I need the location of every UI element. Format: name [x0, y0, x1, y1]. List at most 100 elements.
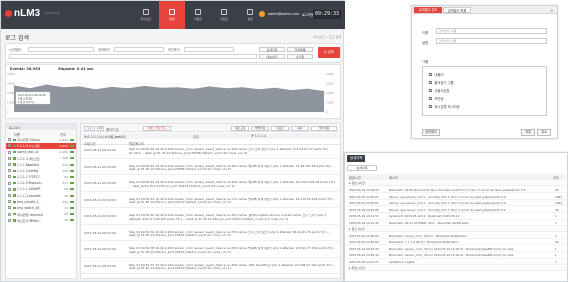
- event-row[interactable]: 2015-05-19 10:11:51 Systemctl: 2015-05-19…: [347, 213, 566, 220]
- excel-save-button[interactable]: 엑셀저장: [251, 125, 269, 131]
- next-page-button[interactable]: ›: [90, 125, 95, 131]
- page-size-select[interactable]: 10: [97, 125, 104, 131]
- copy-button[interactable]: 복사: [291, 125, 309, 131]
- log-row[interactable]: 2015-05-21 09:52:00 May 21 09:52:38 10.40…: [81, 245, 340, 258]
- filter-description-input[interactable]: 검색필터 설명: [436, 38, 547, 44]
- event-row[interactable]: 2015-05-19 09:52:43 Bookmark: sensor_cmd_…: [347, 246, 566, 252]
- histogram-point[interactable]: [193, 88, 194, 90]
- tree-row[interactable]: 테스트 ICMMon.. 16: [6, 218, 76, 224]
- histogram-point[interactable]: [291, 90, 292, 91]
- tree-row[interactable]: 1.1.1.3 (테스트) 568: [6, 156, 76, 162]
- event-row[interactable]: 2015-05-20 14:58:32 Bookmark: sensor_cmd_…: [347, 252, 566, 259]
- expand-icon[interactable]: [8, 200, 11, 204]
- event-row[interactable]: 2015-05-20 14:43:21 AppNotice: Logfile 1: [347, 259, 566, 266]
- filter-name-input[interactable]: 검색필터 이름: [436, 28, 547, 34]
- histogram-point[interactable]: [144, 85, 145, 87]
- condition-select[interactable]: [114, 46, 164, 52]
- reset-button[interactable]: 초기화: [287, 54, 313, 59]
- cancel-button[interactable]: 취소: [537, 129, 551, 136]
- expand-icon[interactable]: [8, 194, 11, 198]
- log-row[interactable]: 2015-05-21 09:52:00 May 21 09:52:48 10.40…: [81, 146, 340, 159]
- event-row[interactable]: 2015-05-20 20:46:07 Sensor: epa sensor_cm…: [347, 194, 566, 200]
- histogram-point[interactable]: [160, 87, 162, 89]
- tree-row[interactable]: 1.1.1.9 Mopcon.. 311: [6, 180, 76, 186]
- tree-row[interactable]: 1.1.1.Mopfeild 324: [6, 162, 76, 168]
- expand-icon[interactable]: [8, 206, 11, 210]
- histogram-point[interactable]: [274, 87, 276, 89]
- event-group-header[interactable]: ▸ 정보 (6건): [347, 181, 566, 186]
- apply-filter-button[interactable]: 필터적용: [311, 125, 337, 131]
- export-button[interactable]: 내보내기: [259, 54, 285, 59]
- tree-row[interactable]: 1.1.1.3 parallel.. 28: [6, 193, 76, 199]
- tab-filter-manage[interactable]: 검색필터 관리: [414, 7, 442, 13]
- histogram-point[interactable]: [323, 91, 325, 92]
- histogram-point[interactable]: [46, 84, 47, 86]
- event-row[interactable]: 2015-05-20 20:44:28 Sensor: epa sensor_cm…: [347, 207, 566, 213]
- saved-list-button[interactable]: 저장목록: [287, 46, 313, 52]
- log-row[interactable]: 2015-05-21 09:52:00 May 21 09:52:45 10.40…: [81, 163, 340, 175]
- histogram-point[interactable]: [13, 85, 15, 86]
- log-row[interactable]: 2015-05-21 09:52:00 May 21 09:52:42 10.40…: [81, 179, 340, 192]
- logout-link[interactable]: 로그아웃: [302, 12, 314, 17]
- event-row[interactable]: 2015-05-20 20:45:52 Sensor: epa sensor_cm…: [347, 200, 566, 207]
- event-group-header[interactable]: ▸ 경고 (6건): [347, 226, 566, 232]
- log-row[interactable]: 2015-05-21 09:52:00 May 21 09:52:39 10.40…: [81, 229, 340, 241]
- close-icon[interactable]: ×: [550, 8, 553, 13]
- tree-row[interactable]: 1.1.1.1 FIT/FLT.. 92: [6, 174, 76, 180]
- event-row[interactable]: 2015-05-20 20:48:29 Bookmark: 04 Bookmark…: [347, 187, 566, 194]
- tab-filter-list[interactable]: 검색필터 목록: [443, 7, 471, 13]
- histogram-point[interactable]: [242, 87, 243, 88]
- tree-row[interactable]: agent_test_xx 2,186: [6, 149, 76, 155]
- expand-icon[interactable]: [8, 150, 11, 154]
- user-area[interactable]: admin@admin.com 로그아웃: [259, 11, 314, 17]
- prev-page-button[interactable]: ‹: [84, 125, 89, 131]
- expand-icon[interactable]: [8, 144, 11, 148]
- expand-icon[interactable]: [8, 138, 11, 142]
- tree-row[interactable]: 1.1.1.3.config 192: [6, 168, 76, 174]
- histogram-area[interactable]: [14, 84, 324, 112]
- time-range-select[interactable]: [28, 46, 94, 52]
- tree-row[interactable]: 하나은행 resource 22: [6, 211, 76, 217]
- histogram-chart[interactable]: 4,000 4,000 3,000 3,000 2,000 2,000 1,000 1,000…: [6, 72, 340, 118]
- tree-row[interactable]: test_m/cafe_1.. 744: [6, 199, 76, 205]
- expand-icon[interactable]: [8, 169, 11, 173]
- search-button[interactable]: Q 검색: [318, 47, 340, 58]
- expand-icon[interactable]: [8, 175, 11, 179]
- group-item[interactable]: 하나은행 모니터링: [429, 104, 460, 109]
- histogram-point[interactable]: [95, 89, 96, 90]
- expand-icon[interactable]: [8, 218, 11, 222]
- group-item[interactable]: 즐겨찾기 그룹: [429, 80, 454, 85]
- report-button[interactable]: 리포트: [271, 125, 289, 131]
- tree-row[interactable]: 1.1.1.4 (시스템) 4,293: [6, 143, 76, 149]
- group-item[interactable]: 내폴더: [429, 72, 444, 77]
- expand-icon[interactable]: [8, 156, 11, 160]
- group-item[interactable]: 보안팀: [429, 96, 444, 101]
- histogram-point[interactable]: [209, 86, 211, 87]
- histogram-point[interactable]: [176, 87, 178, 88]
- log-row[interactable]: 2015-05-21 09:52:00 May 21 09:52:40 10.40…: [81, 212, 340, 225]
- nav-dashboard[interactable]: 대시보드: [133, 1, 159, 29]
- tree-row[interactable]: 1.1.1.1 ScNAIP.. 58: [6, 187, 76, 193]
- tree-row[interactable]: 하나은행 (Hana) 2,893: [6, 137, 76, 143]
- group-item[interactable]: 서울사업장: [429, 88, 450, 93]
- group-list[interactable]: 내폴더즐겨찾기 그룹서울사업장보안팀하나은행 모니터링: [422, 66, 547, 116]
- expand-icon[interactable]: [8, 212, 11, 216]
- nav-report[interactable]: 리포트: [211, 1, 237, 29]
- histogram-point[interactable]: [111, 86, 113, 88]
- histogram-point[interactable]: [30, 88, 31, 89]
- add-condition-select[interactable]: [184, 46, 234, 52]
- app-logo[interactable]: nLM3 LOGMATRIX: [5, 8, 59, 19]
- query-input[interactable]: [9, 54, 257, 59]
- expand-icon[interactable]: [8, 163, 11, 167]
- histogram-point[interactable]: [62, 87, 64, 88]
- expand-icon[interactable]: [8, 187, 11, 191]
- event-group-header[interactable]: ▸ 위험 (0건): [347, 265, 566, 271]
- nav-event[interactable]: 이벤트: [185, 1, 211, 29]
- refresh-button[interactable]: 새로고침: [231, 125, 249, 131]
- log-row[interactable]: 2015-05-21 09:52:00 May 21 09:52:37 10.40…: [81, 262, 340, 274]
- event-row[interactable]: 2015-05-18 10:01:45 Bookmark: 04 01 01 EM…: [347, 220, 566, 227]
- filter-button[interactable]: 검색필터: [422, 129, 440, 136]
- histogram-point[interactable]: [225, 88, 227, 89]
- save-button[interactable]: 저장: [521, 129, 535, 136]
- log-row[interactable]: 2015-05-21 09:52:00 May 21 09:52:41 10.40…: [81, 196, 340, 208]
